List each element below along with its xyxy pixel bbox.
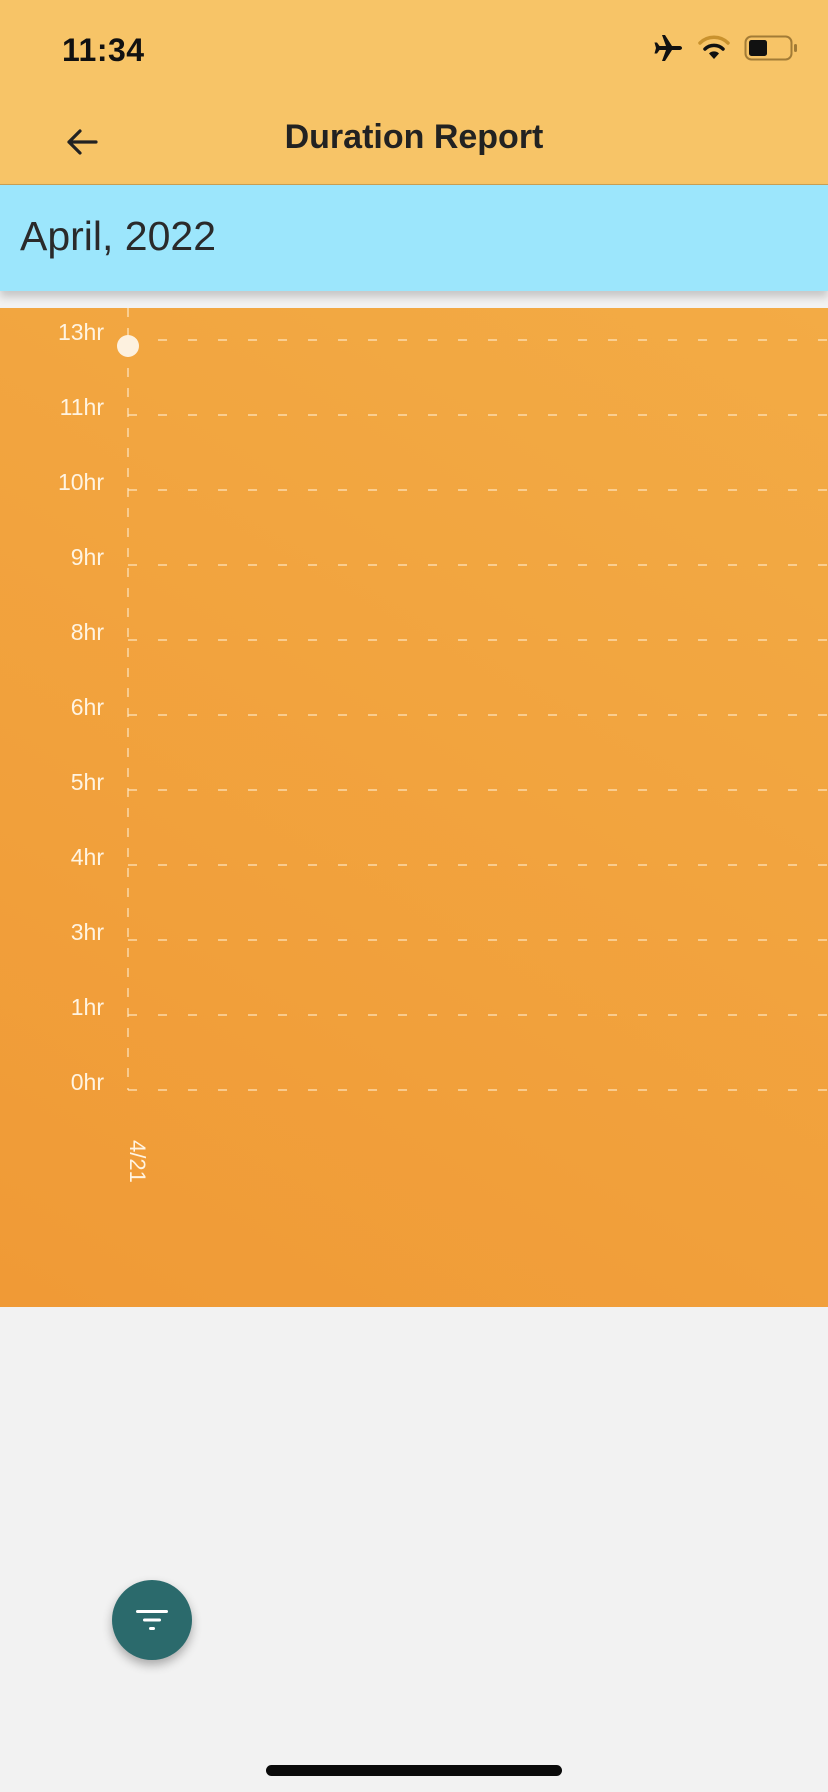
page-title: Duration Report	[284, 118, 544, 156]
y-tick-label: 0hr	[71, 1069, 105, 1095]
y-tick-label: 11hr	[60, 394, 105, 420]
month-header: April, 2022	[0, 185, 828, 291]
y-tick-label: 3hr	[71, 919, 105, 945]
wifi-icon	[698, 35, 730, 66]
y-tick-label: 13hr	[58, 319, 104, 345]
airplane-mode-icon	[652, 33, 684, 68]
x-tick-label: 4/21	[125, 1140, 150, 1183]
home-indicator	[266, 1765, 562, 1776]
y-tick-label: 1hr	[71, 994, 105, 1020]
y-tick-label: 10hr	[58, 469, 104, 495]
battery-icon	[744, 35, 798, 66]
data-point[interactable]	[117, 335, 139, 357]
y-tick-label: 6hr	[71, 694, 105, 720]
app-bar: 11:34 Duration Report	[0, 0, 828, 185]
duration-chart: 13hr 11hr 10hr 9hr 8hr 6hr 5hr 4hr 3hr 1hr 0hr 4/21	[0, 308, 828, 1307]
y-tick-label: 9hr	[71, 544, 105, 570]
status-time: 11:34	[62, 32, 145, 68]
month-label: April, 2022	[20, 213, 217, 259]
y-tick-label: 5hr	[71, 769, 105, 795]
y-tick-label: 4hr	[71, 844, 105, 870]
filter-icon	[136, 1610, 168, 1630]
status-icons	[652, 32, 798, 68]
chart-svg: 13hr 11hr 10hr 9hr 8hr 6hr 5hr 4hr 3hr 1hr 0hr 4/21	[58, 308, 828, 1183]
y-tick-label: 8hr	[71, 619, 105, 645]
filter-button[interactable]	[112, 1580, 192, 1660]
